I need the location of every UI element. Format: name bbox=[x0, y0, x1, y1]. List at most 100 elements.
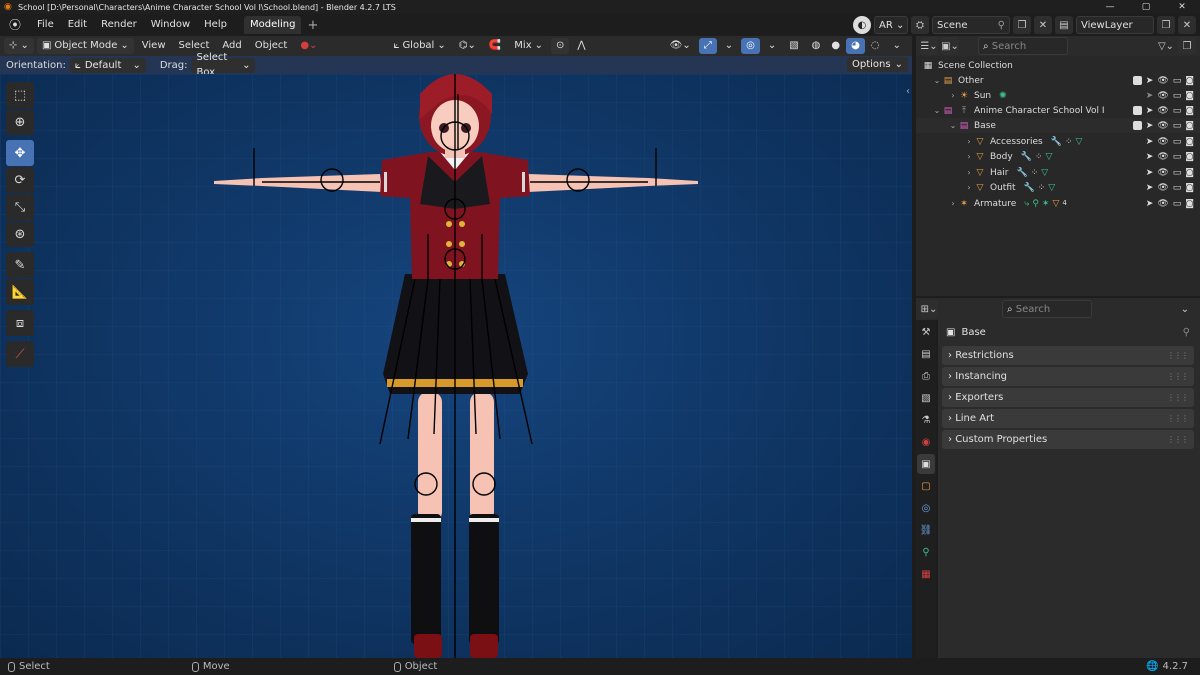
panel-exporters[interactable]: › Exporters ⋮⋮⋮ bbox=[942, 388, 1194, 407]
drag-grip-icon[interactable]: ⋮⋮⋮ bbox=[1167, 393, 1189, 402]
overlay-toggle-icon[interactable]: ◎ bbox=[741, 38, 760, 54]
select-arrow-icon[interactable]: ➤ bbox=[1146, 91, 1154, 101]
ar-selector[interactable]: AR ⌄ bbox=[874, 16, 908, 34]
select-arrow-icon[interactable]: ➤ bbox=[1146, 106, 1154, 116]
panel-line-art[interactable]: › Line Art ⋮⋮⋮ bbox=[942, 409, 1194, 428]
camera-icon[interactable]: ◙ bbox=[1185, 168, 1194, 178]
menu-render[interactable]: Render bbox=[94, 14, 144, 36]
outliner-row-scene-collection[interactable]: ▦ Scene Collection bbox=[916, 58, 1200, 73]
viewlayer-icon[interactable]: ▤ bbox=[1055, 16, 1073, 34]
constraints-tab-icon[interactable]: ⛓ bbox=[917, 520, 935, 540]
display-mode-icon[interactable]: ▣⌄ bbox=[941, 37, 959, 55]
add-cube-tool-icon[interactable]: ⧈ bbox=[6, 310, 34, 336]
expand-arrow-icon[interactable]: › bbox=[964, 183, 974, 192]
properties-search[interactable]: ⌕ Search bbox=[1002, 300, 1092, 318]
select-arrow-icon[interactable]: ➤ bbox=[1146, 168, 1154, 178]
outliner-row-accessories[interactable]: › ▽ Accessories 🔧 ⁘ ▽ ➤ 👁 ▭ ◙ bbox=[916, 134, 1200, 149]
viewlayer-field[interactable]: ViewLayer bbox=[1076, 16, 1154, 34]
physics-tab-icon[interactable]: ◎ bbox=[917, 498, 935, 518]
outliner-search[interactable]: ⌕ Search bbox=[978, 37, 1068, 55]
tool-tab-icon[interactable]: ⚒ bbox=[917, 322, 935, 342]
render-tab-icon[interactable]: ▤ bbox=[917, 344, 935, 364]
monitor-icon[interactable]: ▭ bbox=[1173, 199, 1182, 209]
maximize-button[interactable]: ▢ bbox=[1128, 0, 1164, 14]
eye-icon[interactable]: 👁 bbox=[1157, 106, 1168, 116]
new-collection-icon[interactable]: ❐ bbox=[1178, 37, 1196, 55]
monitor-icon[interactable]: ▭ bbox=[1173, 168, 1182, 178]
eye-icon[interactable]: 👁 bbox=[1157, 121, 1168, 131]
menu-help[interactable]: Help bbox=[197, 14, 234, 36]
object-tab-icon[interactable]: ▢ bbox=[917, 476, 935, 496]
minimize-button[interactable]: — bbox=[1092, 0, 1128, 14]
cursor-tool-icon[interactable]: ⊕ bbox=[6, 109, 34, 135]
outliner-editor-type-icon[interactable]: ☰⌄ bbox=[920, 37, 938, 55]
expand-arrow-icon[interactable]: ⌄ bbox=[948, 121, 958, 130]
transform-orientation-selector[interactable]: ⟀ Global ⌄ bbox=[388, 38, 450, 54]
material-shading-icon[interactable]: ◕ bbox=[846, 38, 865, 54]
gizmo-tool-icon[interactable]: ⟋ bbox=[6, 341, 34, 367]
select-arrow-icon[interactable]: ➤ bbox=[1146, 121, 1154, 131]
orientation-dropdown[interactable]: ⟀ Default ⌄ bbox=[69, 57, 146, 73]
scene-tab-icon[interactable]: ⚗ bbox=[917, 410, 935, 430]
filter-icon[interactable]: ▽⌄ bbox=[1157, 37, 1175, 55]
expand-arrow-icon[interactable]: › bbox=[948, 199, 958, 208]
select-box-tool-icon[interactable]: ⬚ bbox=[6, 82, 34, 108]
measure-tool-icon[interactable]: 📐 bbox=[6, 279, 34, 305]
shading-dropdown-icon[interactable]: ⌄ bbox=[888, 38, 906, 54]
data-tab-icon[interactable]: ⚲ bbox=[917, 542, 935, 562]
outliner-row-armature[interactable]: › ✶ Armature ⤷ ⚲ ✶ ▽ 4 ➤ 👁 ▭ ◙ bbox=[916, 196, 1200, 211]
menu-object[interactable]: Object bbox=[250, 38, 293, 54]
monitor-icon[interactable]: ▭ bbox=[1173, 76, 1182, 86]
select-arrow-icon[interactable]: ➤ bbox=[1146, 183, 1154, 193]
select-arrow-icon[interactable]: ➤ bbox=[1146, 76, 1154, 86]
proportional-edit-icon[interactable]: ⊙ bbox=[551, 38, 570, 54]
delete-viewlayer-icon[interactable]: ✕ bbox=[1178, 16, 1196, 34]
move-tool-icon[interactable]: ✥ bbox=[6, 140, 34, 166]
eye-icon[interactable]: 👁 bbox=[1157, 91, 1168, 101]
collection-tab-icon[interactable]: ▣ bbox=[917, 454, 935, 474]
wireframe-shading-icon[interactable]: ◍ bbox=[807, 38, 826, 54]
visibility-icon[interactable]: 👁⌄ bbox=[665, 38, 696, 54]
camera-icon[interactable]: ◙ bbox=[1185, 199, 1194, 209]
rendered-shading-icon[interactable]: ◌ bbox=[866, 38, 885, 54]
eye-icon[interactable]: 👁 bbox=[1157, 183, 1168, 193]
eye-icon[interactable]: 👁 bbox=[1157, 152, 1168, 162]
scale-tool-icon[interactable]: ⤡ bbox=[6, 194, 34, 220]
panel-custom-properties[interactable]: › Custom Properties ⋮⋮⋮ bbox=[942, 430, 1194, 449]
gizmo-toggle-icon[interactable]: ⤢ bbox=[698, 38, 717, 54]
eye-icon[interactable]: 👁 bbox=[1157, 168, 1168, 178]
editor-type-button[interactable]: ⊹ ⌄ bbox=[4, 38, 34, 54]
xray-icon[interactable]: ▧ bbox=[784, 38, 803, 54]
panel-restrictions[interactable]: › Restrictions ⋮⋮⋮ bbox=[942, 346, 1194, 365]
camera-icon[interactable]: ◙ bbox=[1185, 121, 1194, 131]
pivot-icon[interactable]: ⌬⌄ bbox=[454, 38, 481, 54]
outliner-row-body[interactable]: › ▽ Body 🔧 ⁘ ▽ ➤ 👁 ▭ ◙ bbox=[916, 149, 1200, 164]
eye-icon[interactable]: 👁 bbox=[1157, 76, 1168, 86]
expand-arrow-icon[interactable]: ⌄ bbox=[932, 76, 942, 85]
outliner-row-sun[interactable]: › ☀ Sun ✺ ➤ 👁 ▭ ◙ bbox=[916, 88, 1200, 103]
options-dropdown[interactable]: Options ⌄ bbox=[847, 57, 908, 72]
new-scene-icon[interactable]: ❐ bbox=[1013, 16, 1031, 34]
drag-grip-icon[interactable]: ⋮⋮⋮ bbox=[1167, 414, 1189, 423]
camera-icon[interactable]: ◙ bbox=[1185, 137, 1194, 147]
overlay-dropdown-icon[interactable]: ⌄ bbox=[763, 38, 781, 54]
add-workspace-icon[interactable]: + bbox=[307, 18, 318, 33]
expand-arrow-icon[interactable]: › bbox=[964, 137, 974, 146]
drag-grip-icon[interactable]: ⋮⋮⋮ bbox=[1167, 372, 1189, 381]
select-arrow-icon[interactable]: ➤ bbox=[1146, 199, 1154, 209]
new-viewlayer-icon[interactable]: ❐ bbox=[1157, 16, 1175, 34]
expand-arrow-icon[interactable]: ⌄ bbox=[932, 106, 942, 115]
texture-tab-icon[interactable]: ▦ bbox=[917, 564, 935, 584]
camera-icon[interactable]: ◙ bbox=[1185, 183, 1194, 193]
monitor-icon[interactable]: ▭ bbox=[1173, 152, 1182, 162]
include-checkbox[interactable] bbox=[1132, 105, 1142, 115]
world-tab-icon[interactable]: ◉ bbox=[917, 432, 935, 452]
character-model[interactable] bbox=[0, 74, 912, 658]
scene-field[interactable]: Scene ⚲ bbox=[932, 16, 1010, 34]
monitor-icon[interactable]: ▭ bbox=[1173, 106, 1182, 116]
properties-options-icon[interactable]: ⌄ bbox=[1176, 300, 1194, 318]
expand-arrow-icon[interactable]: › bbox=[964, 168, 974, 177]
drag-dropdown[interactable]: Select Box ⌄ bbox=[191, 52, 256, 78]
falloff-icon[interactable]: ⋀ bbox=[572, 38, 590, 54]
camera-icon[interactable]: ◙ bbox=[1185, 91, 1194, 101]
